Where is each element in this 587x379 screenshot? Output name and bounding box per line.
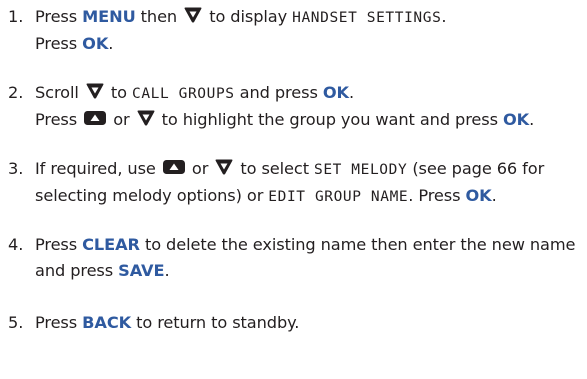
- display-text-handset-settings: HANDSET SETTINGS: [292, 10, 442, 26]
- key-name-menu: MENU: [82, 7, 136, 26]
- step-number: 5.: [8, 313, 24, 332]
- up-arrow-key-icon: [162, 158, 186, 176]
- key-name-ok: OK: [502, 110, 530, 129]
- step-text: Press: [35, 235, 83, 254]
- step-text: .: [164, 261, 170, 280]
- step-text: to highlight the group you want and pres…: [156, 110, 503, 129]
- step-number: 4.: [8, 235, 24, 254]
- step-text: .: [441, 7, 447, 26]
- key-name-clear: CLEAR: [82, 235, 140, 254]
- instruction-steps: 1. Press MENU then to display HANDSET SE…: [0, 4, 587, 336]
- step-text: and press: [234, 83, 323, 102]
- step-text: to display: [204, 7, 293, 26]
- key-name-back: BACK: [82, 313, 132, 332]
- display-text-edit-group-name: EDIT GROUP NAME: [268, 189, 409, 205]
- down-arrow-key-icon: [85, 82, 105, 100]
- step-text: .: [529, 110, 535, 129]
- step-3: 3. If required, use or to select SET MEL…: [0, 156, 587, 210]
- step-text: Scroll: [35, 83, 84, 102]
- up-arrow-key-icon: [83, 109, 107, 127]
- step-text: .: [108, 34, 114, 53]
- step-text: to: [105, 83, 132, 102]
- step-text: or: [186, 159, 214, 178]
- step-text: . Press: [408, 186, 466, 205]
- step-text: Press: [35, 7, 83, 26]
- step-text: Press: [35, 34, 83, 53]
- step-text: to select: [235, 159, 314, 178]
- step-text: or: [108, 110, 135, 129]
- step-text: .: [348, 83, 354, 102]
- key-name-save: SAVE: [118, 261, 165, 280]
- down-arrow-key-icon: [214, 158, 234, 176]
- down-arrow-key-icon: [183, 6, 203, 24]
- step-text: Press: [35, 110, 83, 129]
- step-text: then: [135, 7, 183, 26]
- step-number: 1.: [8, 7, 24, 26]
- display-text-set-melody: SET MELODY: [313, 162, 408, 178]
- key-name-ok: OK: [465, 186, 492, 205]
- key-name-ok: OK: [322, 83, 349, 102]
- step-5: 5. Press BACK to return to standby.: [0, 310, 587, 336]
- step-4: 4. Press CLEAR to delete the existing na…: [0, 232, 587, 284]
- step-text: If required, use: [35, 159, 161, 178]
- step-text: .: [491, 186, 497, 205]
- step-text: to return to standby.: [131, 313, 300, 332]
- step-2: 2. Scroll to CALL GROUPS and press OK. P…: [0, 80, 587, 133]
- step-text: Press: [35, 313, 83, 332]
- step-1: 1. Press MENU then to display HANDSET SE…: [0, 4, 587, 57]
- step-number: 2.: [8, 83, 24, 102]
- display-text-call-groups: CALL GROUPS: [131, 86, 235, 102]
- key-name-ok: OK: [82, 34, 109, 53]
- down-arrow-key-icon: [136, 109, 156, 127]
- step-number: 3.: [8, 159, 24, 178]
